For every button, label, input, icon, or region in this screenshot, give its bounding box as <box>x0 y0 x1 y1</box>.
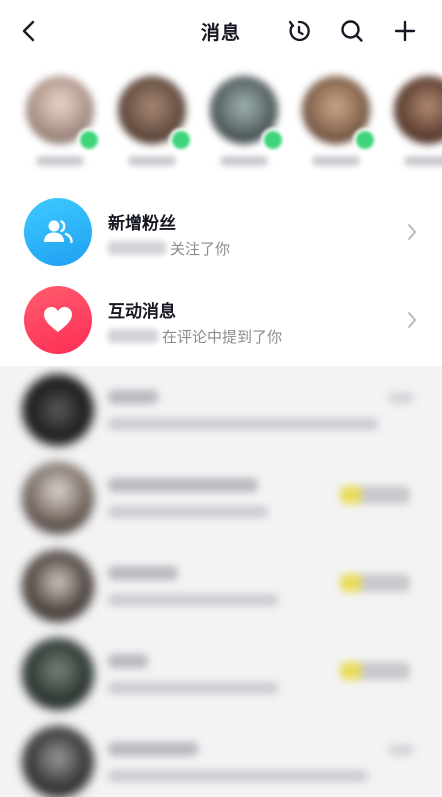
blurred-time <box>388 744 414 756</box>
heart-icon <box>24 286 92 354</box>
plus-icon[interactable] <box>390 16 420 46</box>
conversation-row[interactable] <box>0 718 442 797</box>
blurred-name <box>108 654 148 668</box>
friend-name <box>220 156 268 166</box>
avatar <box>22 550 94 622</box>
blurred-badge <box>340 486 410 504</box>
search-icon[interactable] <box>337 16 367 46</box>
friend-avatar[interactable] <box>207 76 285 166</box>
row-subtitle-text: 关注了你 <box>170 239 231 258</box>
friend-avatar[interactable] <box>299 76 377 166</box>
conversation-row[interactable] <box>0 366 442 454</box>
avatar <box>22 638 94 710</box>
friend-avatar[interactable] <box>115 76 193 166</box>
friend-name <box>36 156 84 166</box>
blurred-name <box>108 742 198 756</box>
row-title: 互动消息 <box>108 302 176 322</box>
blurred-name <box>108 390 158 404</box>
online-indicator <box>261 128 285 152</box>
interactions-row[interactable]: 互动消息 在评论中提到了你 <box>0 276 442 364</box>
friend-avatar[interactable] <box>391 76 442 166</box>
avatar <box>22 462 94 534</box>
friend-name <box>312 156 360 166</box>
row-subtitle-text: 在评论中提到了你 <box>162 327 283 346</box>
row-title: 新增粉丝 <box>108 214 176 234</box>
friend-name <box>404 156 442 166</box>
conversation-list[interactable] <box>0 366 442 797</box>
blurred-username <box>108 241 166 255</box>
chevron-right-icon <box>406 222 418 246</box>
conversation-row[interactable] <box>0 542 442 630</box>
blurred-preview <box>108 682 278 694</box>
blurred-preview <box>108 506 268 518</box>
friend-name <box>128 156 176 166</box>
avatar <box>22 726 94 797</box>
avatar <box>394 76 442 144</box>
followers-icon <box>24 198 92 266</box>
online-indicator <box>169 128 193 152</box>
chevron-right-icon <box>406 310 418 334</box>
page-title: 消息 <box>200 22 241 44</box>
new-followers-row[interactable]: 新增粉丝 关注了你 <box>0 188 442 276</box>
blurred-preview <box>108 418 378 430</box>
blurred-username <box>108 329 158 343</box>
blurred-badge <box>340 574 410 592</box>
friend-avatar-row[interactable] <box>0 62 442 182</box>
row-subtitle: 关注了你 <box>108 238 230 258</box>
blurred-name <box>108 478 258 492</box>
avatar <box>22 374 94 446</box>
online-indicator <box>353 128 377 152</box>
row-subtitle: 在评论中提到了你 <box>108 326 282 346</box>
blurred-time <box>388 392 414 404</box>
online-indicator <box>77 128 101 152</box>
blurred-badge <box>340 662 410 680</box>
history-icon[interactable] <box>284 16 314 46</box>
friend-avatar[interactable] <box>23 76 101 166</box>
blurred-name <box>108 566 178 580</box>
top-bar: 消息 <box>0 0 442 62</box>
blurred-preview <box>108 770 368 782</box>
conversation-row[interactable] <box>0 454 442 542</box>
blurred-preview <box>108 594 278 606</box>
conversation-row[interactable] <box>0 630 442 718</box>
